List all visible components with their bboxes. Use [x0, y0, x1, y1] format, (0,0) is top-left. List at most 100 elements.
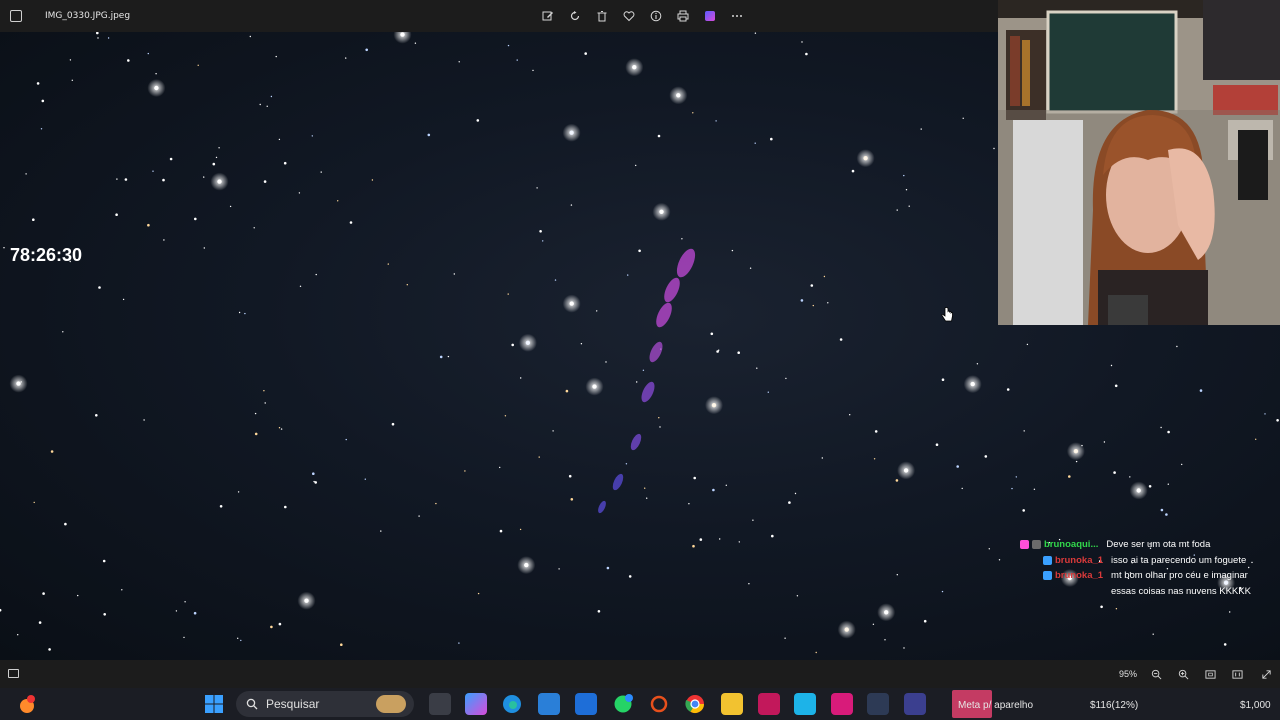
star: [519, 528, 522, 531]
task-view-icon[interactable]: [429, 693, 451, 715]
star: [961, 487, 963, 490]
zoom-out-icon[interactable]: [1149, 667, 1163, 681]
star: [95, 414, 98, 417]
edge-icon[interactable]: [501, 693, 523, 715]
star: [278, 427, 281, 429]
star: [1103, 441, 1106, 443]
search-highlight-icon: [376, 695, 406, 713]
star: [625, 463, 628, 465]
app-icon[interactable]: [758, 693, 780, 715]
star: [659, 426, 661, 428]
star: [805, 52, 808, 56]
star: [520, 377, 522, 379]
star: [905, 189, 908, 191]
star: [770, 137, 773, 141]
star: [596, 310, 598, 312]
star: [692, 544, 695, 548]
star: [0, 608, 2, 612]
star: [42, 592, 45, 595]
chrome-icon[interactable]: [684, 693, 706, 715]
star-glow: [147, 79, 166, 97]
star: [941, 590, 944, 593]
start-button[interactable]: [203, 693, 225, 715]
star: [627, 274, 629, 276]
star-glow: [518, 333, 537, 352]
star-glow: [562, 123, 581, 142]
star: [1167, 483, 1170, 485]
star: [771, 534, 774, 538]
zoom-in-icon[interactable]: [1176, 667, 1190, 681]
comet-trail: [664, 277, 680, 303]
star: [956, 465, 959, 468]
comet-trail: [649, 341, 663, 363]
viewer-toolbar: [538, 7, 746, 25]
star: [183, 636, 185, 639]
more-icon[interactable]: [727, 7, 746, 25]
star: [849, 414, 851, 416]
taskbar-search[interactable]: Pesquisar: [236, 691, 414, 717]
star: [718, 349, 720, 351]
star-glow: [705, 396, 723, 415]
app-icon[interactable]: [904, 693, 926, 715]
print-icon[interactable]: [673, 7, 692, 25]
star: [839, 338, 843, 341]
store-icon[interactable]: [538, 693, 560, 715]
star: [1176, 345, 1178, 348]
webcam-image: [998, 0, 1280, 325]
designer-icon[interactable]: [700, 7, 719, 25]
chat-message: brunoaqui... Deve ser um ota mt foda: [1020, 537, 1278, 553]
edit-icon[interactable]: [538, 7, 557, 25]
actual-size-icon[interactable]: [1230, 667, 1244, 681]
star: [657, 134, 661, 138]
star: [152, 170, 154, 172]
star: [570, 204, 573, 206]
star: [254, 412, 257, 415]
star-glow: [877, 603, 896, 622]
star: [597, 610, 601, 613]
info-icon[interactable]: [646, 7, 665, 25]
star: [731, 249, 734, 252]
hand-cursor-icon: [940, 307, 954, 328]
star: [107, 37, 110, 39]
star: [33, 501, 35, 504]
app-icon[interactable]: [575, 693, 597, 715]
star: [584, 52, 587, 55]
rotate-icon[interactable]: [565, 7, 584, 25]
star: [40, 128, 43, 130]
star: [895, 479, 899, 482]
filmstrip-icon[interactable]: [8, 669, 19, 678]
folder-icon[interactable]: [721, 693, 743, 715]
star: [725, 484, 727, 486]
star: [115, 213, 118, 216]
whatsapp-icon[interactable]: [612, 693, 634, 715]
star: [644, 487, 646, 489]
star: [642, 369, 645, 371]
zoom-level: 95%: [1119, 669, 1138, 679]
delete-icon[interactable]: [592, 7, 611, 25]
copilot-icon[interactable]: [465, 693, 487, 715]
app-icon[interactable]: [867, 693, 889, 715]
star: [1160, 426, 1162, 429]
star: [903, 174, 905, 177]
favorite-icon[interactable]: [619, 7, 638, 25]
notifications-icon[interactable]: [16, 693, 38, 715]
star: [1022, 509, 1025, 512]
office-icon[interactable]: [648, 693, 670, 715]
star: [998, 559, 1001, 561]
chat-overlay: brunoaqui... Deve ser um ota mt foda bru…: [1020, 537, 1278, 599]
star-glow: [1129, 481, 1148, 500]
app-icon[interactable]: [831, 693, 853, 715]
star: [476, 119, 480, 122]
fit-to-window-icon[interactable]: [1203, 667, 1217, 681]
search-placeholder: Pesquisar: [266, 697, 320, 711]
star: [97, 37, 99, 39]
search-icon: [246, 698, 258, 710]
fullscreen-icon[interactable]: [1259, 667, 1273, 681]
star: [69, 59, 72, 61]
comet-trail: [598, 500, 606, 514]
app-icon[interactable]: [794, 693, 816, 715]
star: [719, 538, 721, 540]
star-glow: [517, 556, 536, 575]
star: [903, 647, 905, 649]
star: [447, 355, 450, 358]
